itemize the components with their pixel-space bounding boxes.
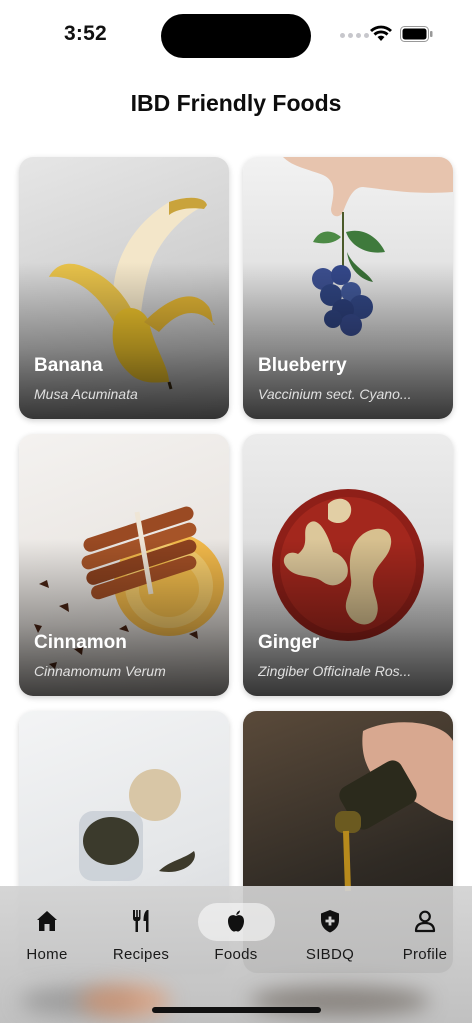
tab-foods[interactable]: Foods <box>191 904 281 968</box>
food-card-ginger[interactable]: Ginger Zingiber Officinale Ros... <box>243 434 453 696</box>
food-card-cinnamon[interactable]: Cinnamon Cinnamomum Verum <box>19 434 229 696</box>
tab-label: Recipes <box>112 946 170 963</box>
food-name: Ginger <box>258 632 320 653</box>
shield-plus-icon <box>321 910 339 933</box>
tab-label: SIBDQ <box>305 946 355 963</box>
home-icon <box>37 911 57 931</box>
food-card-banana[interactable]: Banana Musa Acuminata <box>19 157 229 419</box>
food-card-blueberry[interactable]: Blueberry Vaccinium sect. Cyano... <box>243 157 453 419</box>
tab-label: Home <box>26 946 68 963</box>
food-name: Blueberry <box>258 355 347 376</box>
food-latin-name: Zingiber Officinale Ros... <box>258 663 412 679</box>
status-time: 3:52 <box>64 22 107 45</box>
tab-sibdq[interactable]: SIBDQ <box>285 904 375 968</box>
tab-label: Profile <box>402 946 448 963</box>
battery-icon <box>400 26 433 42</box>
status-bar: 3:52 <box>0 0 472 72</box>
apple-icon <box>228 910 244 932</box>
fork-knife-icon <box>133 910 149 932</box>
food-latin-name: Cinnamomum Verum <box>34 663 166 679</box>
wifi-icon <box>370 25 392 41</box>
dynamic-island <box>161 14 311 58</box>
page-title: IBD Friendly Foods <box>130 90 342 116</box>
tab-home[interactable]: Home <box>2 904 92 968</box>
person-icon <box>414 910 436 933</box>
tab-label: Foods <box>214 946 258 963</box>
food-latin-name: Vaccinium sect. Cyano... <box>258 386 412 402</box>
home-indicator[interactable] <box>152 1007 321 1013</box>
cellular-signal-icon <box>340 33 369 38</box>
tab-recipes[interactable]: Recipes <box>96 904 186 968</box>
food-name: Cinnamon <box>34 632 127 653</box>
food-latin-name: Musa Acuminata <box>34 386 138 402</box>
food-name: Banana <box>34 355 103 376</box>
tab-profile[interactable]: Profile <box>380 904 470 968</box>
